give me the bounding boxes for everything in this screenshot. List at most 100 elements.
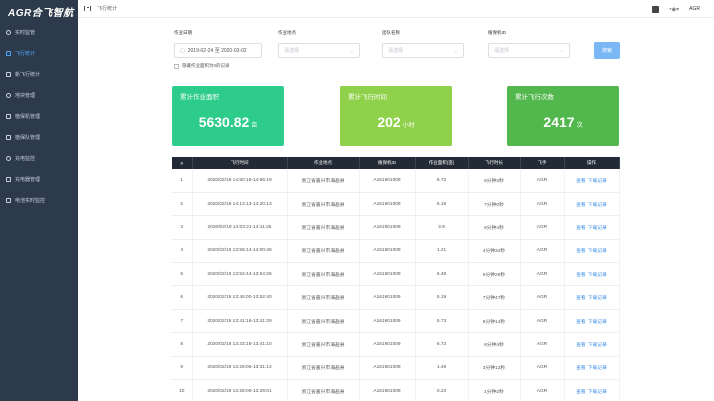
table-cell: A161901009: [359, 356, 416, 381]
row-actions: 查看 下载记录: [564, 309, 620, 334]
table-cell: 浙江省嘉兴市海盐县: [287, 332, 360, 357]
download-record-link[interactable]: 下载记录: [588, 226, 607, 231]
table-cell: 浙江省嘉兴市海盐县: [287, 285, 360, 310]
view-link[interactable]: 查看: [576, 249, 586, 254]
view-link[interactable]: 查看: [576, 320, 586, 325]
location-select[interactable]: 请选择 ⌄: [278, 43, 360, 58]
sidebar-item[interactable]: 植保队管理: [0, 127, 78, 148]
table-cell: 9: [172, 356, 193, 381]
stat-title: 累计飞行时间: [348, 94, 387, 101]
table-row: 5 2020/02/19 13:52:44-13:54:25 浙江省嘉兴市海盐县 A1…: [172, 262, 620, 287]
table-cell: 8分钟4秒: [468, 332, 521, 357]
download-record-link[interactable]: 下载记录: [588, 179, 607, 184]
stat-value: 202: [377, 114, 401, 130]
table-cell: 浙江省嘉兴市海盐县: [287, 192, 360, 217]
row-actions: 查看 下载记录: [564, 379, 620, 401]
download-record-link[interactable]: 下载记录: [588, 343, 607, 348]
view-link[interactable]: 查看: [576, 296, 586, 301]
table-cell: 4: [172, 239, 193, 264]
chevron-down-icon: ⌄: [349, 48, 354, 54]
header-actions: •◆▾ AGR: [652, 0, 700, 18]
table-cell: AGR: [520, 169, 565, 193]
field-icon: [6, 93, 11, 98]
table-cell: AGR: [520, 285, 565, 310]
sidebar-item[interactable]: 实时监管: [0, 22, 78, 43]
table-header: # 飞行时间 作业地点 植保机ID 作业面积(亩) 飞行时长 飞手 操作: [172, 157, 620, 169]
team-select[interactable]: 请选择 ⌄: [382, 43, 464, 58]
sidebar-item[interactable]: 植保机管理: [0, 106, 78, 127]
sidebar-item[interactable]: 电池实时监控: [0, 190, 78, 211]
table-cell: A161901009: [359, 239, 416, 264]
stat-value: 2417: [543, 114, 575, 130]
chevron-down-icon: ⌄: [559, 48, 564, 54]
column-header: 植保机ID: [359, 157, 416, 169]
sidebar-item[interactable]: 充电监控: [0, 148, 78, 169]
sidebar-item-label: 飞行统计: [15, 51, 36, 57]
table-cell: 6.73: [415, 332, 469, 357]
download-record-link[interactable]: 下载记录: [588, 249, 607, 254]
table-cell: 2020/02/19 13:56:14-14:00:48: [192, 239, 288, 264]
drone-select[interactable]: 请选择 ⌄: [488, 43, 570, 58]
hide-zero-label: 隐藏作业面积为0的记录: [182, 63, 230, 68]
date-range-picker[interactable]: ▢ 2019-02-24 至 2020-03-02: [174, 43, 262, 58]
row-actions: 查看 下载记录: [564, 169, 620, 193]
stat-value-wrap: 5630.82 亩: [172, 114, 284, 130]
table-cell: 4分钟34秒: [468, 239, 521, 264]
app-root: AGR合飞智航 实时监管 飞行统计 新飞行统计 地块管理 植保机管理 植保队管理 充电监控充…: [0, 0, 714, 401]
search-button[interactable]: 搜索: [594, 42, 620, 59]
sidebar-item[interactable]: 新飞行统计: [0, 64, 78, 85]
table-cell: 0.23: [415, 379, 469, 401]
table-cell: 1.49: [415, 356, 469, 381]
download-record-link[interactable]: 下载记录: [588, 203, 607, 208]
table-cell: 2020/02/19 14:13:13-14:20:13: [192, 192, 288, 217]
table-body: 1 2020/02/19 14:50:16-14:56:19 浙江省嘉兴市海盐县 A1…: [172, 169, 620, 401]
stat-title: 累计作业面积: [180, 94, 219, 101]
table-cell: 8分钟4秒: [468, 215, 521, 240]
hide-zero-option[interactable]: 隐藏作业面积为0的记录: [174, 63, 230, 69]
fullscreen-icon[interactable]: [652, 5, 660, 13]
sidebar-item[interactable]: 充电器管理: [0, 169, 78, 190]
drone-icon: [6, 114, 11, 119]
view-link[interactable]: 查看: [576, 203, 586, 208]
column-header: #: [172, 157, 193, 169]
view-link[interactable]: 查看: [576, 343, 586, 348]
column-header: 操作: [564, 157, 620, 169]
sidebar-item[interactable]: 飞行统计: [0, 43, 78, 64]
table-cell: 1: [172, 169, 193, 193]
table-cell: A161901009: [359, 285, 416, 310]
battery-icon: [6, 198, 11, 203]
view-link[interactable]: 查看: [576, 273, 586, 278]
location-placeholder: 请选择: [284, 48, 300, 54]
table-cell: 6: [172, 285, 193, 310]
table-row: 10 2020/02/19 13:28:00-13:29:01 浙江省嘉兴市海盐县 A…: [172, 379, 620, 401]
hide-zero-checkbox[interactable]: [174, 63, 179, 69]
table-cell: 浙江省嘉兴市海盐县: [287, 356, 360, 381]
table-cell: 5.19: [415, 285, 469, 310]
table-cell: 浙江省嘉兴市海盐县: [287, 262, 360, 287]
user-avatar-icon[interactable]: •◆▾: [669, 6, 679, 13]
user-name[interactable]: AGR: [689, 6, 700, 12]
view-link[interactable]: 查看: [576, 390, 586, 395]
table-cell: 7分钟0秒: [468, 192, 521, 217]
table-cell: 5.19: [415, 192, 469, 217]
drone-label: 植保机ID: [488, 30, 506, 35]
sidebar-item-label: 充电器管理: [15, 177, 41, 183]
download-record-link[interactable]: 下载记录: [588, 296, 607, 301]
download-record-link[interactable]: 下载记录: [588, 366, 607, 371]
chevron-down-icon: ⌄: [453, 48, 458, 54]
download-record-link[interactable]: 下载记录: [588, 273, 607, 278]
view-link[interactable]: 查看: [576, 366, 586, 371]
table-cell: A161901009: [359, 332, 416, 357]
download-record-link[interactable]: 下载记录: [588, 390, 607, 395]
sidebar-item[interactable]: 地块管理: [0, 85, 78, 106]
collapse-sidebar-icon[interactable]: [84, 6, 91, 11]
table-cell: 5.73: [415, 309, 469, 334]
table-cell: 浙江省嘉兴市海盐县: [287, 169, 360, 193]
sidebar-item-label: 电池实时监控: [15, 198, 46, 204]
view-link[interactable]: 查看: [576, 179, 586, 184]
stat-title: 累计飞行次数: [515, 94, 554, 101]
location-label: 作业地点: [278, 30, 296, 35]
view-link[interactable]: 查看: [576, 226, 586, 231]
table-cell: AGR: [520, 379, 565, 401]
download-record-link[interactable]: 下载记录: [588, 320, 607, 325]
